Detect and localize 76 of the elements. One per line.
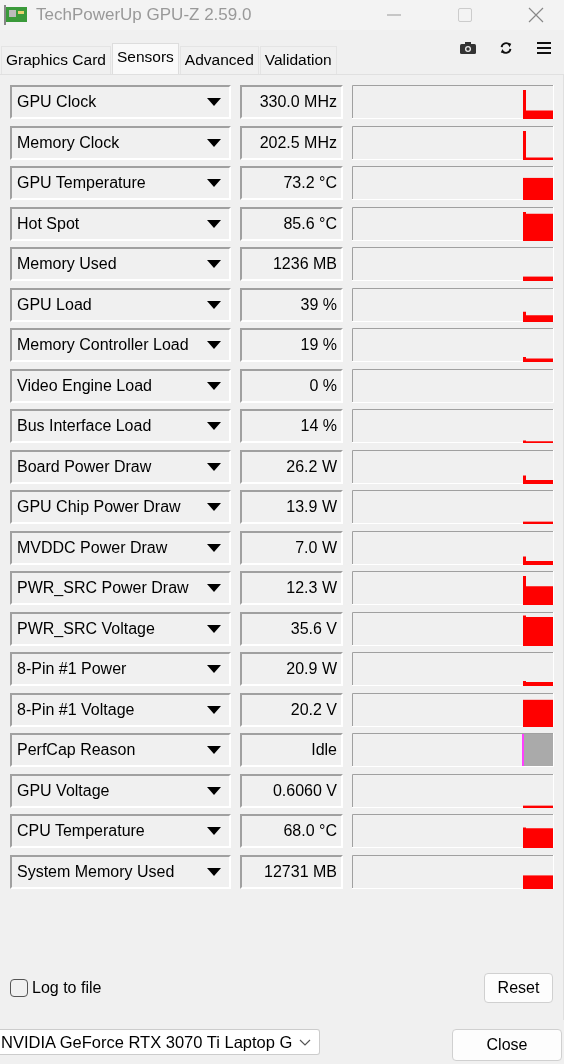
tab[interactable]: Sensors — [111, 43, 179, 74]
sensor-value: 85.6 °C — [240, 206, 343, 241]
sensor-value: 13.9 W — [240, 490, 343, 524]
sensor-dropdown[interactable]: PWR_SRC Voltage — [10, 611, 231, 646]
sensor-value: 73.2 °C — [240, 166, 343, 200]
dropdown-arrow-icon — [207, 381, 221, 390]
sensor-value: 14 % — [240, 409, 343, 443]
sensor-dropdown[interactable]: Memory Clock — [10, 125, 231, 160]
tab[interactable]: Graphics Card — [1, 46, 111, 74]
dropdown-arrow-icon — [207, 462, 221, 471]
checkbox-label: Log to file — [32, 979, 102, 997]
refresh-icon[interactable] — [498, 41, 514, 55]
dropdown-arrow-icon — [207, 624, 221, 633]
menu-icon[interactable] — [536, 41, 552, 55]
sensor-dropdown[interactable]: 8-Pin #1 Power — [10, 652, 231, 686]
sensor-value: 68.0 °C — [240, 814, 343, 848]
dropdown-arrow-icon — [207, 786, 221, 795]
close-button[interactable]: Close — [452, 1029, 562, 1061]
sensor-dropdown[interactable]: Hot Spot — [10, 206, 231, 241]
sensor-dropdown[interactable]: PWR_SRC Power Draw — [10, 571, 231, 605]
sensor-value: 330.0 MHz — [240, 85, 343, 119]
sensor-dropdown[interactable]: Memory Controller Load — [10, 328, 231, 362]
dropdown-arrow-icon — [207, 827, 221, 835]
close-icon[interactable] — [528, 7, 544, 23]
sensor-value: 35.6 V — [240, 611, 343, 646]
sensor-dropdown[interactable]: Memory Used — [10, 247, 231, 281]
dropdown-arrow-icon — [207, 422, 221, 430]
sensor-value: 20.9 W — [240, 652, 343, 686]
checkbox[interactable] — [10, 979, 28, 997]
dropdown-arrow-icon — [207, 219, 221, 228]
tab[interactable]: Validation — [259, 46, 337, 74]
dropdown-arrow-icon — [207, 584, 221, 592]
sensor-value: 202.5 MHz — [240, 125, 343, 160]
sensor-dropdown[interactable]: GPU Clock — [10, 85, 231, 119]
chevron-down-icon — [299, 1038, 311, 1046]
sensor-value: 20.2 V — [240, 692, 343, 727]
dropdown-arrow-icon — [207, 705, 221, 714]
sensor-dropdown[interactable]: PerfCap Reason — [10, 733, 231, 767]
window-title: TechPowerUp GPU-Z 2.59.0 — [36, 5, 252, 25]
dropdown-arrow-icon — [207, 503, 221, 511]
dropdown-arrow-icon — [207, 260, 221, 268]
sensor-dropdown[interactable]: GPU Voltage — [10, 773, 231, 808]
sensor-value: 26.2 W — [240, 449, 343, 484]
sensor-dropdown[interactable]: Bus Interface Load — [10, 409, 231, 443]
sensor-dropdown[interactable]: System Memory Used — [10, 854, 231, 889]
sensor-value: 12731 MB — [240, 854, 343, 889]
sensor-value: 12.3 W — [240, 571, 343, 605]
sensor-value: 0.6060 V — [240, 773, 343, 808]
sensor-value: 1236 MB — [240, 247, 343, 281]
tab[interactable]: Advanced — [179, 46, 259, 74]
sensor-dropdown[interactable]: 8-Pin #1 Voltage — [10, 692, 231, 727]
sensor-dropdown[interactable]: GPU Load — [10, 287, 231, 322]
camera-icon[interactable] — [460, 41, 476, 55]
dropdown-arrow-icon — [207, 341, 221, 349]
sensor-dropdown[interactable]: GPU Chip Power Draw — [10, 490, 231, 524]
sensor-dropdown[interactable]: Board Power Draw — [10, 449, 231, 484]
dropdown-arrow-icon — [207, 138, 221, 147]
dropdown-arrow-icon — [207, 98, 221, 106]
sensor-value: Idle — [240, 733, 343, 767]
dropdown-arrow-icon — [207, 665, 221, 673]
sensor-dropdown[interactable]: GPU Temperature — [10, 166, 231, 200]
dropdown-arrow-icon — [207, 179, 221, 187]
gpu-selector[interactable]: NVIDIA GeForce RTX 3070 Ti Laptop G — [0, 1029, 320, 1055]
sensor-value: 39 % — [240, 287, 343, 322]
dropdown-arrow-icon — [207, 300, 221, 309]
sensor-dropdown[interactable]: MVDDC Power Draw — [10, 530, 231, 565]
dropdown-arrow-icon — [207, 867, 221, 876]
dropdown-arrow-icon — [207, 746, 221, 754]
app-icon — [4, 5, 28, 25]
sensor-dropdown[interactable]: Video Engine Load — [10, 368, 231, 403]
sensor-value: 19 % — [240, 328, 343, 362]
sensor-dropdown[interactable]: CPU Temperature — [10, 814, 231, 848]
sensor-value: 0 % — [240, 368, 343, 403]
dropdown-arrow-icon — [207, 543, 221, 552]
sensor-value: 7.0 W — [240, 530, 343, 565]
reset-button[interactable]: Reset — [484, 973, 553, 1003]
